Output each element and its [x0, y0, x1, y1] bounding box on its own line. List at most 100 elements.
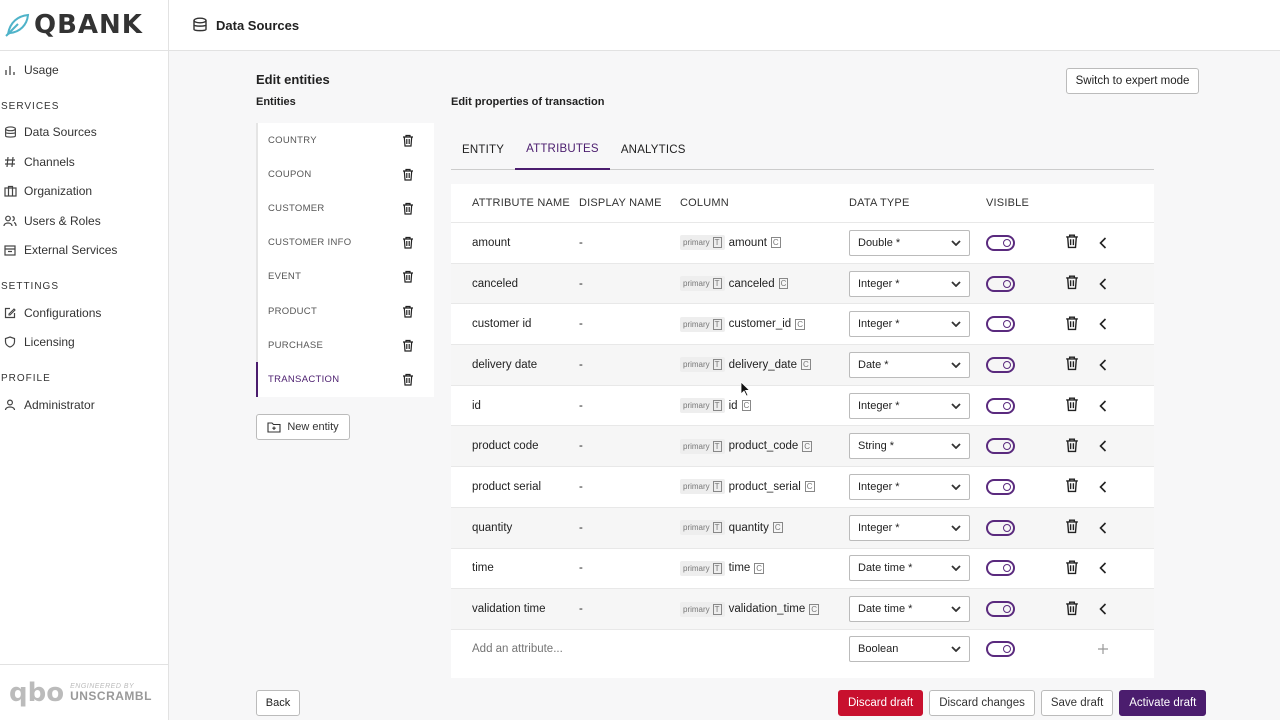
- primary-label: primary: [683, 360, 710, 370]
- switch-expert-mode-button[interactable]: Switch to expert mode: [1066, 68, 1199, 94]
- column-name: product_code: [728, 440, 799, 453]
- add-attribute-input[interactable]: [451, 643, 849, 656]
- tab-entity[interactable]: ENTITY: [451, 130, 515, 170]
- table-row: time - primary T time C Date time *: [451, 547, 1154, 589]
- trash-icon[interactable]: [402, 202, 414, 215]
- sidebar: QBANK Usage SERVICES Data Sources Channe…: [0, 0, 169, 720]
- trash-icon[interactable]: [402, 168, 414, 181]
- entity-item[interactable]: TRANSACTION: [256, 362, 434, 397]
- data-type-select[interactable]: Date *: [849, 351, 970, 378]
- column-cell: primary T delivery_date C: [680, 357, 849, 373]
- visible-toggle[interactable]: [986, 438, 1015, 455]
- visible-toggle[interactable]: [986, 397, 1015, 414]
- sidebar-item-label: Configurations: [24, 305, 102, 320]
- sidebar-item-administrator[interactable]: Administrator: [0, 390, 168, 420]
- chevron-left-icon[interactable]: [1099, 400, 1107, 412]
- sidebar-item-licensing[interactable]: Licensing: [0, 328, 168, 358]
- data-type-select[interactable]: Integer *: [849, 311, 970, 338]
- tab-analytics[interactable]: ANALYTICS: [610, 130, 697, 170]
- entity-item[interactable]: CUSTOMER: [256, 191, 434, 226]
- table-row: canceled - primary T canceled C Integer …: [451, 262, 1154, 304]
- entity-item[interactable]: EVENT: [256, 259, 434, 294]
- trash-icon[interactable]: [402, 236, 414, 249]
- attribute-name: delivery date: [472, 358, 538, 371]
- visible-toggle[interactable]: [986, 519, 1015, 536]
- trash-icon[interactable]: [402, 134, 414, 147]
- entity-item[interactable]: COUNTRY: [256, 123, 434, 158]
- new-entity-button[interactable]: New entity: [256, 414, 350, 440]
- chevron-left-icon[interactable]: [1099, 440, 1107, 452]
- trash-icon[interactable]: [1065, 315, 1079, 334]
- chevron-left-icon[interactable]: [1099, 237, 1107, 249]
- table-row: delivery date - primary T delivery_date …: [451, 344, 1154, 385]
- trash-icon[interactable]: [402, 270, 414, 283]
- visible-toggle[interactable]: [986, 560, 1015, 577]
- data-type-select[interactable]: Integer *: [849, 514, 970, 541]
- trash-icon[interactable]: [1065, 274, 1079, 293]
- data-type-select[interactable]: Integer *: [849, 270, 970, 297]
- column-name: product_serial: [728, 480, 801, 493]
- back-button[interactable]: Back: [256, 690, 300, 716]
- chevron-left-icon[interactable]: [1099, 481, 1107, 493]
- sidebar-item-channels[interactable]: Channels: [0, 147, 168, 177]
- trash-icon[interactable]: [1065, 396, 1079, 415]
- trash-icon[interactable]: [402, 305, 414, 318]
- trash-icon[interactable]: [1065, 518, 1079, 537]
- sidebar-item-usage[interactable]: Usage: [0, 55, 168, 85]
- discard-draft-button[interactable]: Discard draft: [838, 690, 924, 716]
- entity-item[interactable]: CUSTOMER INFO: [256, 225, 434, 260]
- trash-icon[interactable]: [1065, 559, 1079, 578]
- chevron-left-icon[interactable]: [1099, 562, 1107, 574]
- data-type-select[interactable]: Double *: [849, 229, 970, 256]
- type-letter-icon: T: [712, 318, 722, 330]
- logo[interactable]: QBANK: [0, 0, 168, 51]
- visible-toggle[interactable]: [986, 316, 1015, 333]
- data-type-select[interactable]: Integer *: [849, 392, 970, 419]
- trash-icon[interactable]: [1065, 477, 1079, 496]
- chevron-left-icon[interactable]: [1099, 603, 1107, 615]
- visible-toggle[interactable]: [986, 234, 1015, 251]
- header-attribute-name: ATTRIBUTE NAME: [472, 197, 570, 209]
- visible-toggle[interactable]: [986, 275, 1015, 292]
- table-row: validation time - primary T validation_t…: [451, 588, 1154, 629]
- chevron-left-icon[interactable]: [1099, 522, 1107, 534]
- data-type-select[interactable]: String *: [849, 433, 970, 460]
- sidebar-item-users-roles[interactable]: Users & Roles: [0, 206, 168, 236]
- trash-icon[interactable]: [1065, 233, 1079, 252]
- data-type-select[interactable]: Integer *: [849, 473, 970, 500]
- visible-toggle[interactable]: [986, 356, 1015, 373]
- data-type-select[interactable]: Date time *: [849, 555, 970, 582]
- display-name: -: [579, 603, 583, 616]
- sidebar-item-external-services[interactable]: External Services: [0, 236, 168, 266]
- entity-item[interactable]: COUPON: [256, 157, 434, 192]
- type-letter-icon: T: [712, 278, 722, 290]
- entity-item[interactable]: PURCHASE: [256, 328, 434, 363]
- trash-icon[interactable]: [402, 373, 414, 386]
- chevron-left-icon[interactable]: [1099, 318, 1107, 330]
- sidebar-item-configurations[interactable]: Configurations: [0, 298, 168, 328]
- data-type-select[interactable]: Date time *: [849, 596, 970, 623]
- trash-icon[interactable]: [402, 339, 414, 352]
- add-attribute-type-select[interactable]: Boolean: [849, 636, 970, 663]
- sidebar-item-organization[interactable]: Organization: [0, 177, 168, 207]
- column-cell: primary T time C: [680, 560, 849, 576]
- plus-icon[interactable]: [1097, 643, 1109, 655]
- activate-draft-button[interactable]: Activate draft: [1119, 690, 1207, 716]
- trash-icon[interactable]: [1065, 355, 1079, 374]
- edit-icon: [3, 306, 17, 320]
- chevron-left-icon[interactable]: [1099, 359, 1107, 371]
- primary-tag: primary T: [680, 479, 725, 495]
- sidebar-item-data-sources[interactable]: Data Sources: [0, 118, 168, 148]
- save-draft-button[interactable]: Save draft: [1040, 690, 1114, 716]
- primary-tag: primary T: [680, 398, 725, 414]
- visible-toggle[interactable]: [986, 478, 1015, 495]
- entity-item[interactable]: PRODUCT: [256, 293, 434, 329]
- add-attribute-visible-toggle[interactable]: [986, 641, 1015, 658]
- trash-icon[interactable]: [1065, 437, 1079, 456]
- visible-toggle[interactable]: [986, 601, 1015, 618]
- tab-attributes[interactable]: ATTRIBUTES: [515, 130, 610, 170]
- trash-icon[interactable]: [1065, 600, 1079, 619]
- chevron-left-icon[interactable]: [1099, 277, 1107, 290]
- discard-changes-button[interactable]: Discard changes: [929, 690, 1035, 716]
- bar-chart-icon: [3, 63, 17, 77]
